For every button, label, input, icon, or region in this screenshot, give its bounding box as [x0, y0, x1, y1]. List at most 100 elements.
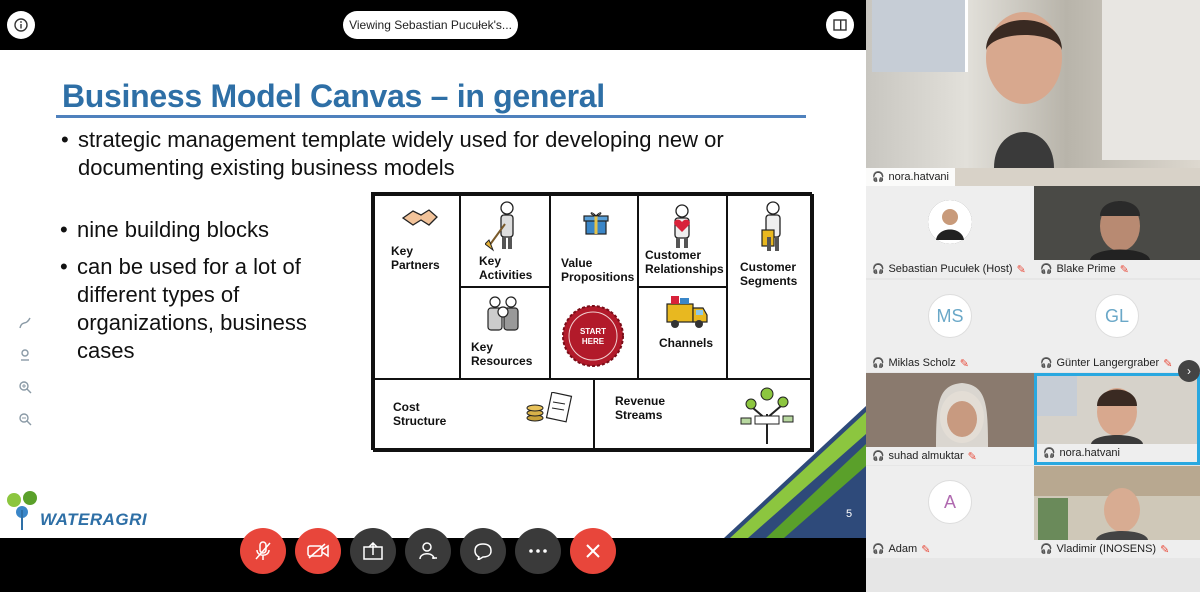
participant-name: suhad almuktar	[888, 450, 964, 462]
label-channels: Channels	[659, 336, 714, 350]
speaker-silhouette	[986, 12, 1062, 168]
zoom-out-icon	[19, 413, 32, 426]
slide-corner-decoration	[724, 406, 866, 538]
headphones-icon: 🎧	[872, 450, 885, 462]
mic-muted-icon: ✎	[1016, 263, 1026, 276]
chevron-right-icon: ›	[1187, 364, 1191, 378]
participant-label: 🎧 Adam ✎	[866, 540, 936, 558]
avatar: A	[928, 480, 972, 524]
block-customer-relationships: Customer Relationships	[637, 194, 728, 288]
more-icon	[529, 549, 547, 553]
person-heart-icon	[674, 204, 690, 248]
share-screen-icon	[363, 542, 383, 560]
participant-label: 🎧 nora.hatvani	[1037, 444, 1197, 462]
bullet-3-line-3: organizations, business	[77, 310, 307, 335]
speaker-name-label: 🎧 nora.hatvani	[866, 168, 955, 186]
participant-label: 🎧 Blake Prime ✎	[1034, 260, 1200, 278]
block-key-activities: Key Activities	[459, 194, 551, 288]
share-button[interactable]	[350, 528, 396, 574]
participant-silhouette	[936, 383, 988, 447]
participant-video	[1037, 376, 1197, 444]
participant-name: Vladimir (INOSENS)	[1056, 543, 1157, 555]
pen-icon	[19, 317, 31, 329]
sidebar-layout-icon	[833, 19, 847, 31]
participants-sidebar: 🎧 nora.hatvani 🎧 Sebastian Pucułek (Host) ✎…	[866, 0, 1200, 592]
participant-video	[866, 373, 1034, 447]
label-customer-segments: Customer Segments	[740, 260, 798, 288]
participant-name: Sebastian Pucułek (Host)	[888, 263, 1013, 275]
label-customer-relationships: Customer Relationships	[645, 248, 724, 276]
block-key-resources: Key Resources	[459, 286, 551, 380]
pointer-tool-button[interactable]	[15, 344, 35, 366]
shopper-icon	[761, 201, 781, 251]
scroll-right-button[interactable]: ›	[1178, 360, 1200, 382]
info-button[interactable]	[7, 11, 35, 39]
slide-page-number: 5	[846, 508, 853, 520]
bullet-3-line-1: can be used for a lot of	[77, 254, 301, 279]
participant-name: Adam	[888, 543, 918, 555]
title-underline	[56, 115, 806, 118]
participant-name: Günter Langergraber	[1056, 357, 1160, 369]
meeting-controls	[240, 528, 616, 576]
label-key-partners: Key Partners	[391, 244, 440, 272]
participant-tile[interactable]: 🎧 Sebastian Pucułek (Host) ✎	[866, 186, 1034, 278]
participants-button[interactable]	[405, 528, 451, 574]
participant-name: Miklas Scholz	[888, 357, 956, 369]
bullet-1-line-2: documenting existing business models	[78, 155, 455, 180]
label-cost-structure: Cost Structure	[393, 400, 447, 428]
block-channels: Channels	[637, 286, 728, 380]
avatar: GL	[1095, 294, 1139, 338]
participant-silhouette	[1037, 376, 1143, 444]
bullet-3: • can be used for a lot of different types…	[60, 254, 307, 363]
participant-tile[interactable]: 🎧 Blake Prime ✎	[1034, 186, 1200, 278]
participant-tile[interactable]: GL 🎧 Günter Langergraber ✎	[1034, 280, 1200, 372]
close-icon	[586, 544, 600, 558]
headphones-icon: 🎧	[1043, 447, 1056, 459]
bullet-1: • strategic management template widely us…	[61, 127, 724, 180]
participant-label: 🎧 Sebastian Pucułek (Host) ✎	[866, 260, 1032, 278]
mic-muted-icon: ✎	[959, 357, 969, 370]
video-button[interactable]	[295, 528, 341, 574]
bookshelf	[872, 0, 968, 72]
participant-tile[interactable]: 🎧 suhad almuktar ✎	[866, 373, 1034, 465]
delivery-truck-icon	[666, 296, 708, 328]
worker-sweeping-icon	[485, 201, 514, 252]
zoom-out-button[interactable]	[15, 408, 35, 430]
info-icon	[14, 18, 28, 32]
coins-receipt-icon	[526, 392, 573, 423]
participant-tile[interactable]: 🎧 Vladimir (INOSENS) ✎	[1034, 466, 1200, 558]
slide-title: Business Model Canvas – in general	[62, 78, 605, 114]
chat-button[interactable]	[460, 528, 506, 574]
leave-button[interactable]	[570, 528, 616, 574]
pointer-icon	[21, 349, 29, 361]
label-key-resources: Key Resources	[471, 340, 533, 368]
speaker-video	[866, 0, 1200, 168]
bullet-2-line-1: nine building blocks	[77, 217, 270, 242]
bullet-3-line-2: different types of	[77, 282, 240, 307]
bullet-3-line-4: cases	[77, 338, 135, 363]
participant-tile[interactable]: MS 🎧 Miklas Scholz ✎	[866, 280, 1034, 372]
chat-icon	[474, 543, 492, 560]
mute-button[interactable]	[240, 528, 286, 574]
presentation-slide: Business Model Canvas – in general • stra…	[0, 50, 866, 538]
label-key-activities: Key Activities	[479, 254, 533, 282]
avatar: MS	[928, 294, 972, 338]
mic-muted-icon: ✎	[921, 543, 931, 556]
more-button[interactable]	[515, 528, 561, 574]
block-cost-structure: Cost Structure	[373, 378, 595, 452]
draw-tool-button[interactable]	[15, 312, 35, 334]
participant-tile[interactable]: A 🎧 Adam ✎	[866, 466, 1034, 558]
wateragri-logo: WATERAGRI	[6, 490, 156, 534]
participant-name: Blake Prime	[1056, 263, 1116, 275]
headphones-icon: 🎧	[1040, 263, 1053, 275]
headphones-icon: 🎧	[872, 171, 885, 183]
participant-name: nora.hatvani	[1059, 447, 1120, 459]
mic-muted-icon: ✎	[1119, 263, 1129, 276]
handshake-icon	[401, 209, 438, 226]
viewing-banner[interactable]: Viewing Sebastian Pucułek's...	[343, 11, 518, 39]
participant-tile-selected[interactable]: 🎧 nora.hatvani	[1034, 373, 1200, 465]
active-speaker-tile[interactable]: 🎧 nora.hatvani	[866, 0, 1200, 186]
layout-toggle-button[interactable]	[826, 11, 854, 39]
zoom-in-button[interactable]	[15, 376, 35, 398]
start-here-badge: STARTHERE	[562, 305, 624, 367]
